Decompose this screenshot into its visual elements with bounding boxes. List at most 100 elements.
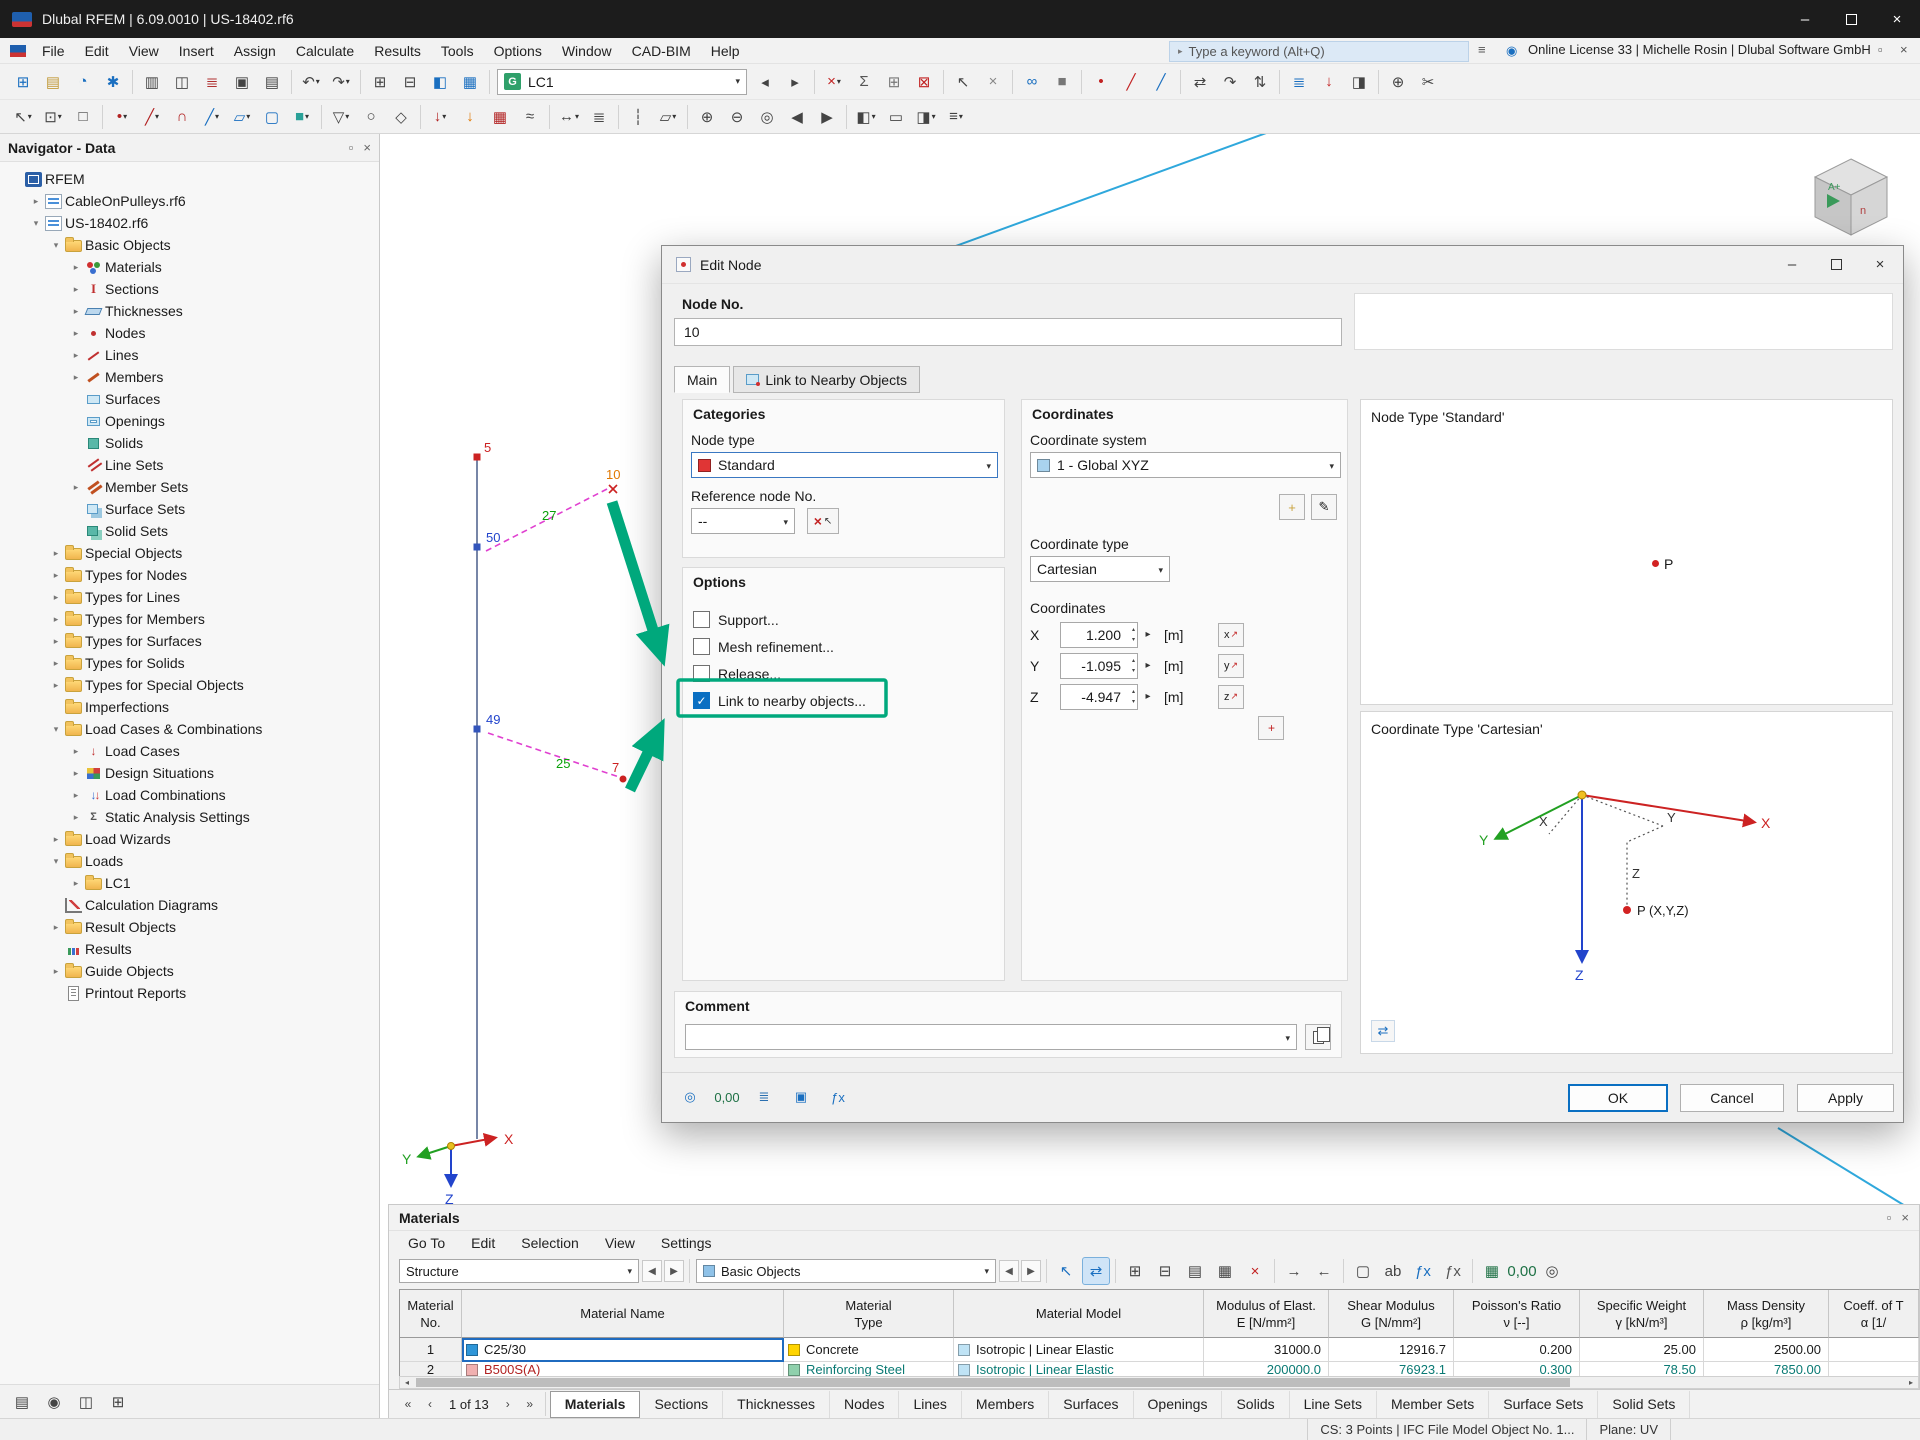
dropdown-caret-icon[interactable]: ▾: [155, 112, 159, 121]
copy-comment-icon[interactable]: [1305, 1024, 1331, 1050]
menu-item-cad-bim[interactable]: CAD-BIM: [622, 38, 701, 64]
link-objects-icon[interactable]: ∞: [1018, 68, 1046, 96]
generate-mesh-icon[interactable]: ⊞: [880, 68, 908, 96]
block-icon[interactable]: ■: [1048, 68, 1076, 96]
tree-item-types-for-nodes[interactable]: ▸Types for Nodes: [0, 564, 379, 586]
checkbox-icon[interactable]: [693, 611, 710, 628]
coordinate-y-input[interactable]: -1.095▴▾: [1060, 653, 1138, 679]
views-panel-icon[interactable]: ◉: [39, 1388, 69, 1416]
spinner-icon[interactable]: ▴▾: [1132, 687, 1135, 707]
insert-member-icon[interactable]: ╱: [1147, 68, 1175, 96]
checkbox-icon[interactable]: ✓: [693, 692, 710, 709]
next-view-icon[interactable]: ▶: [813, 103, 841, 131]
select-related-icon[interactable]: ◎: [674, 1084, 706, 1110]
column-header-modulus-of-elast-e-n-mm[interactable]: Modulus of Elast.E [N/mm²]: [1204, 1290, 1329, 1338]
option-link-to-nearby-objects[interactable]: ✓Link to nearby objects...: [693, 687, 994, 714]
option-release[interactable]: Release...: [693, 660, 994, 687]
ok-button[interactable]: OK: [1568, 1084, 1668, 1112]
node-50[interactable]: [474, 544, 481, 551]
tree-item-printout-reports[interactable]: Printout Reports: [0, 982, 379, 1004]
dropdown-caret-icon[interactable]: ▾: [28, 112, 32, 121]
dropdown-caret-icon[interactable]: ▾: [735, 76, 740, 87]
pick-x-in-graphic-icon[interactable]: x↗: [1218, 623, 1244, 647]
new-nodal-load-icon[interactable]: ↓▾: [426, 103, 454, 131]
navigator-dock-icon[interactable]: ▫: [349, 140, 354, 155]
tab-link-to-nearby-objects[interactable]: Link to Nearby Objects: [733, 366, 920, 393]
tab-main[interactable]: Main: [674, 366, 730, 393]
tree-item-surface-sets[interactable]: Surface Sets: [0, 498, 379, 520]
clipboard-icon[interactable]: ▤: [258, 68, 286, 96]
new-node-icon[interactable]: •▾: [108, 103, 136, 131]
annotation-icon[interactable]: ≣: [585, 103, 613, 131]
selected-line-bottom[interactable]: [1778, 1128, 1920, 1215]
tree-item-thicknesses[interactable]: ▸Thicknesses: [0, 300, 379, 322]
tree-item-materials[interactable]: ▸Materials: [0, 256, 379, 278]
table-row-c25-30[interactable]: 1C25/30ConcreteIsotropic | Linear Elasti…: [399, 1338, 1919, 1362]
column-header-material-type[interactable]: MaterialType: [784, 1290, 954, 1338]
tree-item-lines[interactable]: ▸Lines: [0, 344, 379, 366]
tree-expander-icon[interactable]: ▸: [48, 570, 64, 581]
checkbox-icon[interactable]: [693, 638, 710, 655]
load-case-selector[interactable]: G LC1 ▾: [497, 69, 747, 95]
tree-expander-icon[interactable]: ▸: [68, 482, 84, 493]
new-coordinate-system-icon[interactable]: +: [1279, 494, 1305, 520]
dropdown-caret-icon[interactable]: ▾: [123, 112, 127, 121]
edit-pointer-icon[interactable]: ↖▾: [9, 103, 37, 131]
comment-dropdown[interactable]: [685, 1024, 1297, 1050]
tree-expander-icon[interactable]: ▾: [48, 856, 64, 867]
tree-expander-icon[interactable]: ▸: [68, 812, 84, 823]
display-settings-icon[interactable]: ≡▾: [942, 103, 970, 131]
reference-node-dropdown[interactable]: --: [691, 508, 795, 534]
table-tab-nodes[interactable]: Nodes: [830, 1391, 899, 1418]
tree-expander-icon[interactable]: ▸: [48, 680, 64, 691]
navigator-close-icon[interactable]: ×: [363, 140, 371, 155]
dialog-minimize-icon[interactable]: –: [1770, 247, 1814, 281]
cancel-button[interactable]: Cancel: [1680, 1084, 1784, 1112]
show-numbering-icon[interactable]: ≣: [1285, 68, 1313, 96]
menu-item-calculate[interactable]: Calculate: [286, 38, 364, 64]
window-close-icon[interactable]: ×: [1874, 0, 1920, 38]
last-table-icon[interactable]: »: [519, 1393, 541, 1415]
copy-icon[interactable]: ▣: [228, 68, 256, 96]
coordinate-x-input[interactable]: 1.200▴▾: [1060, 622, 1138, 648]
dropdown-caret-icon[interactable]: ▾: [58, 112, 62, 121]
tables-toggle-icon[interactable]: ▦: [456, 68, 484, 96]
materials-dock-icon[interactable]: ▫: [1887, 1210, 1892, 1225]
window-minimize-icon[interactable]: –: [1782, 0, 1828, 38]
scroll-left-icon[interactable]: ◂: [400, 1377, 414, 1388]
tree-item-types-for-surfaces[interactable]: ▸Types for Surfaces: [0, 630, 379, 652]
materials-menu-settings[interactable]: Settings: [648, 1235, 725, 1251]
camera-icon[interactable]: ◫: [71, 1388, 101, 1416]
new-surface-icon[interactable]: ▱▾: [228, 103, 256, 131]
table-tab-members[interactable]: Members: [962, 1391, 1049, 1418]
delete-mesh-icon[interactable]: ⊠: [910, 68, 938, 96]
new-surface-load-icon[interactable]: ▦: [486, 103, 514, 131]
select-box-icon[interactable]: ⊡▾: [39, 103, 67, 131]
tree-expander-icon[interactable]: ▸: [48, 966, 64, 977]
formula-icon[interactable]: ƒx: [822, 1084, 854, 1110]
dropdown-caret-icon[interactable]: ▾: [305, 112, 309, 121]
tree-item-load-combinations[interactable]: ▸Load Combinations: [0, 784, 379, 806]
tree-expander-icon[interactable]: ▸: [68, 262, 84, 273]
tree-item-result-objects[interactable]: ▸Result Objects: [0, 916, 379, 938]
tree-item-special-objects[interactable]: ▸Special Objects: [0, 542, 379, 564]
tree-expander-icon[interactable]: ▸: [68, 372, 84, 383]
tree-expander-icon[interactable]: ▸: [48, 834, 64, 845]
tree-item-cableonpulleys-rf6[interactable]: ▸CableOnPulleys.rf6: [0, 190, 379, 212]
menu-item-help[interactable]: Help: [701, 38, 750, 64]
table-row-b500s-a[interactable]: 2B500S(A)Reinforcing SteelIsotropic | Li…: [399, 1362, 1919, 1376]
new-line-load-icon[interactable]: ↓: [456, 103, 484, 131]
printout-report-icon[interactable]: ≣: [198, 68, 226, 96]
tree-item-loads[interactable]: ▾Loads: [0, 850, 379, 872]
table-tab-solid-sets[interactable]: Solid Sets: [1598, 1391, 1690, 1418]
tree-expander-icon[interactable]: ▸: [48, 636, 64, 647]
calculate-all-icon[interactable]: Σ: [850, 68, 878, 96]
menu-item-insert[interactable]: Insert: [169, 38, 224, 64]
edit-coordinate-system-icon[interactable]: ✎: [1311, 494, 1337, 520]
undo-icon[interactable]: ↶▾: [297, 68, 325, 96]
first-table-icon[interactable]: «: [397, 1393, 419, 1415]
node-no-input[interactable]: 10: [674, 318, 1342, 346]
scrollbar-thumb[interactable]: [416, 1378, 1570, 1387]
clipping-box-icon[interactable]: ✂: [1414, 68, 1442, 96]
delete-row-icon[interactable]: ⊟: [1151, 1257, 1179, 1285]
